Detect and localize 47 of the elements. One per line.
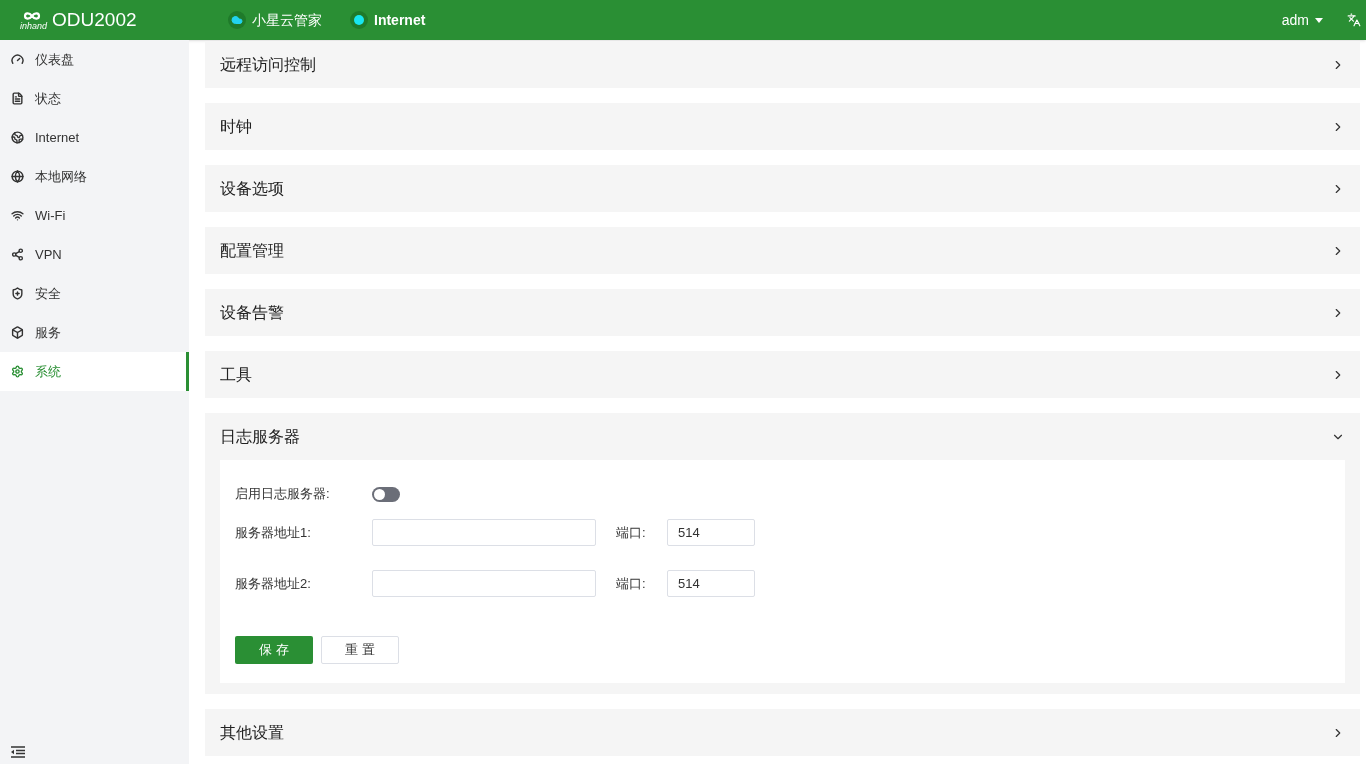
nav-item[interactable]: VPN <box>0 235 189 274</box>
field-label: 服务器地址2: <box>235 574 312 593</box>
nav-icon <box>11 209 24 222</box>
field-label: 启用日志服务器: <box>235 485 331 504</box>
nav-icon <box>11 131 24 144</box>
cloud-icon <box>228 11 246 29</box>
nav-item[interactable]: 本地网络 <box>0 157 189 196</box>
nav-item[interactable]: 系统 <box>0 352 189 391</box>
section-header[interactable]: 设备告警 <box>205 289 1360 336</box>
nav-item[interactable]: 安全 <box>0 274 189 313</box>
nav-item[interactable]: Wi-Fi <box>0 196 189 235</box>
user-menu[interactable]: adm <box>1281 9 1323 31</box>
nav-icon <box>11 53 24 66</box>
section-header[interactable]: 日志服务器 <box>205 413 1360 460</box>
section-header[interactable]: 远程访问控制 <box>205 41 1360 88</box>
section-header[interactable]: 其他设置 <box>205 709 1360 756</box>
field-label: 端口: <box>616 523 647 542</box>
nav-icon <box>11 365 24 378</box>
nav-icon <box>11 170 24 183</box>
section-header[interactable]: 配置管理 <box>205 227 1360 274</box>
cloud-status[interactable]: 小星云管家 <box>228 9 322 31</box>
save-button[interactable]: 保 存 <box>235 636 313 664</box>
toggle-switch[interactable] <box>372 486 400 502</box>
product-name: ODU2002 <box>52 7 137 32</box>
nav-icon <box>11 92 24 105</box>
field-label: 端口: <box>616 574 647 593</box>
collapse-menu-icon[interactable] <box>11 746 25 758</box>
nav-item[interactable]: 状态 <box>0 79 189 118</box>
address-field[interactable] <box>372 570 596 597</box>
port-field[interactable]: 514 <box>667 519 755 546</box>
nav-item[interactable]: 服务 <box>0 313 189 352</box>
section-header[interactable]: 工具 <box>205 351 1360 398</box>
reset-button[interactable]: 重 置 <box>321 636 399 664</box>
logo: inhand <box>20 9 48 31</box>
field-label: 服务器地址1: <box>235 523 312 542</box>
nav-item[interactable]: 仪表盘 <box>0 40 189 79</box>
language-icon[interactable] <box>1347 13 1361 27</box>
internet-status[interactable]: Internet <box>350 9 426 31</box>
caret-icon <box>1315 17 1323 23</box>
section-header[interactable]: 时钟 <box>205 103 1360 150</box>
nav-icon <box>11 287 24 300</box>
nav-item[interactable]: Internet <box>0 118 189 157</box>
nav-icon <box>11 326 24 339</box>
port-field[interactable]: 514 <box>667 570 755 597</box>
section-header[interactable]: 设备选项 <box>205 165 1360 212</box>
address-field[interactable] <box>372 519 596 546</box>
nav-icon <box>11 248 24 261</box>
